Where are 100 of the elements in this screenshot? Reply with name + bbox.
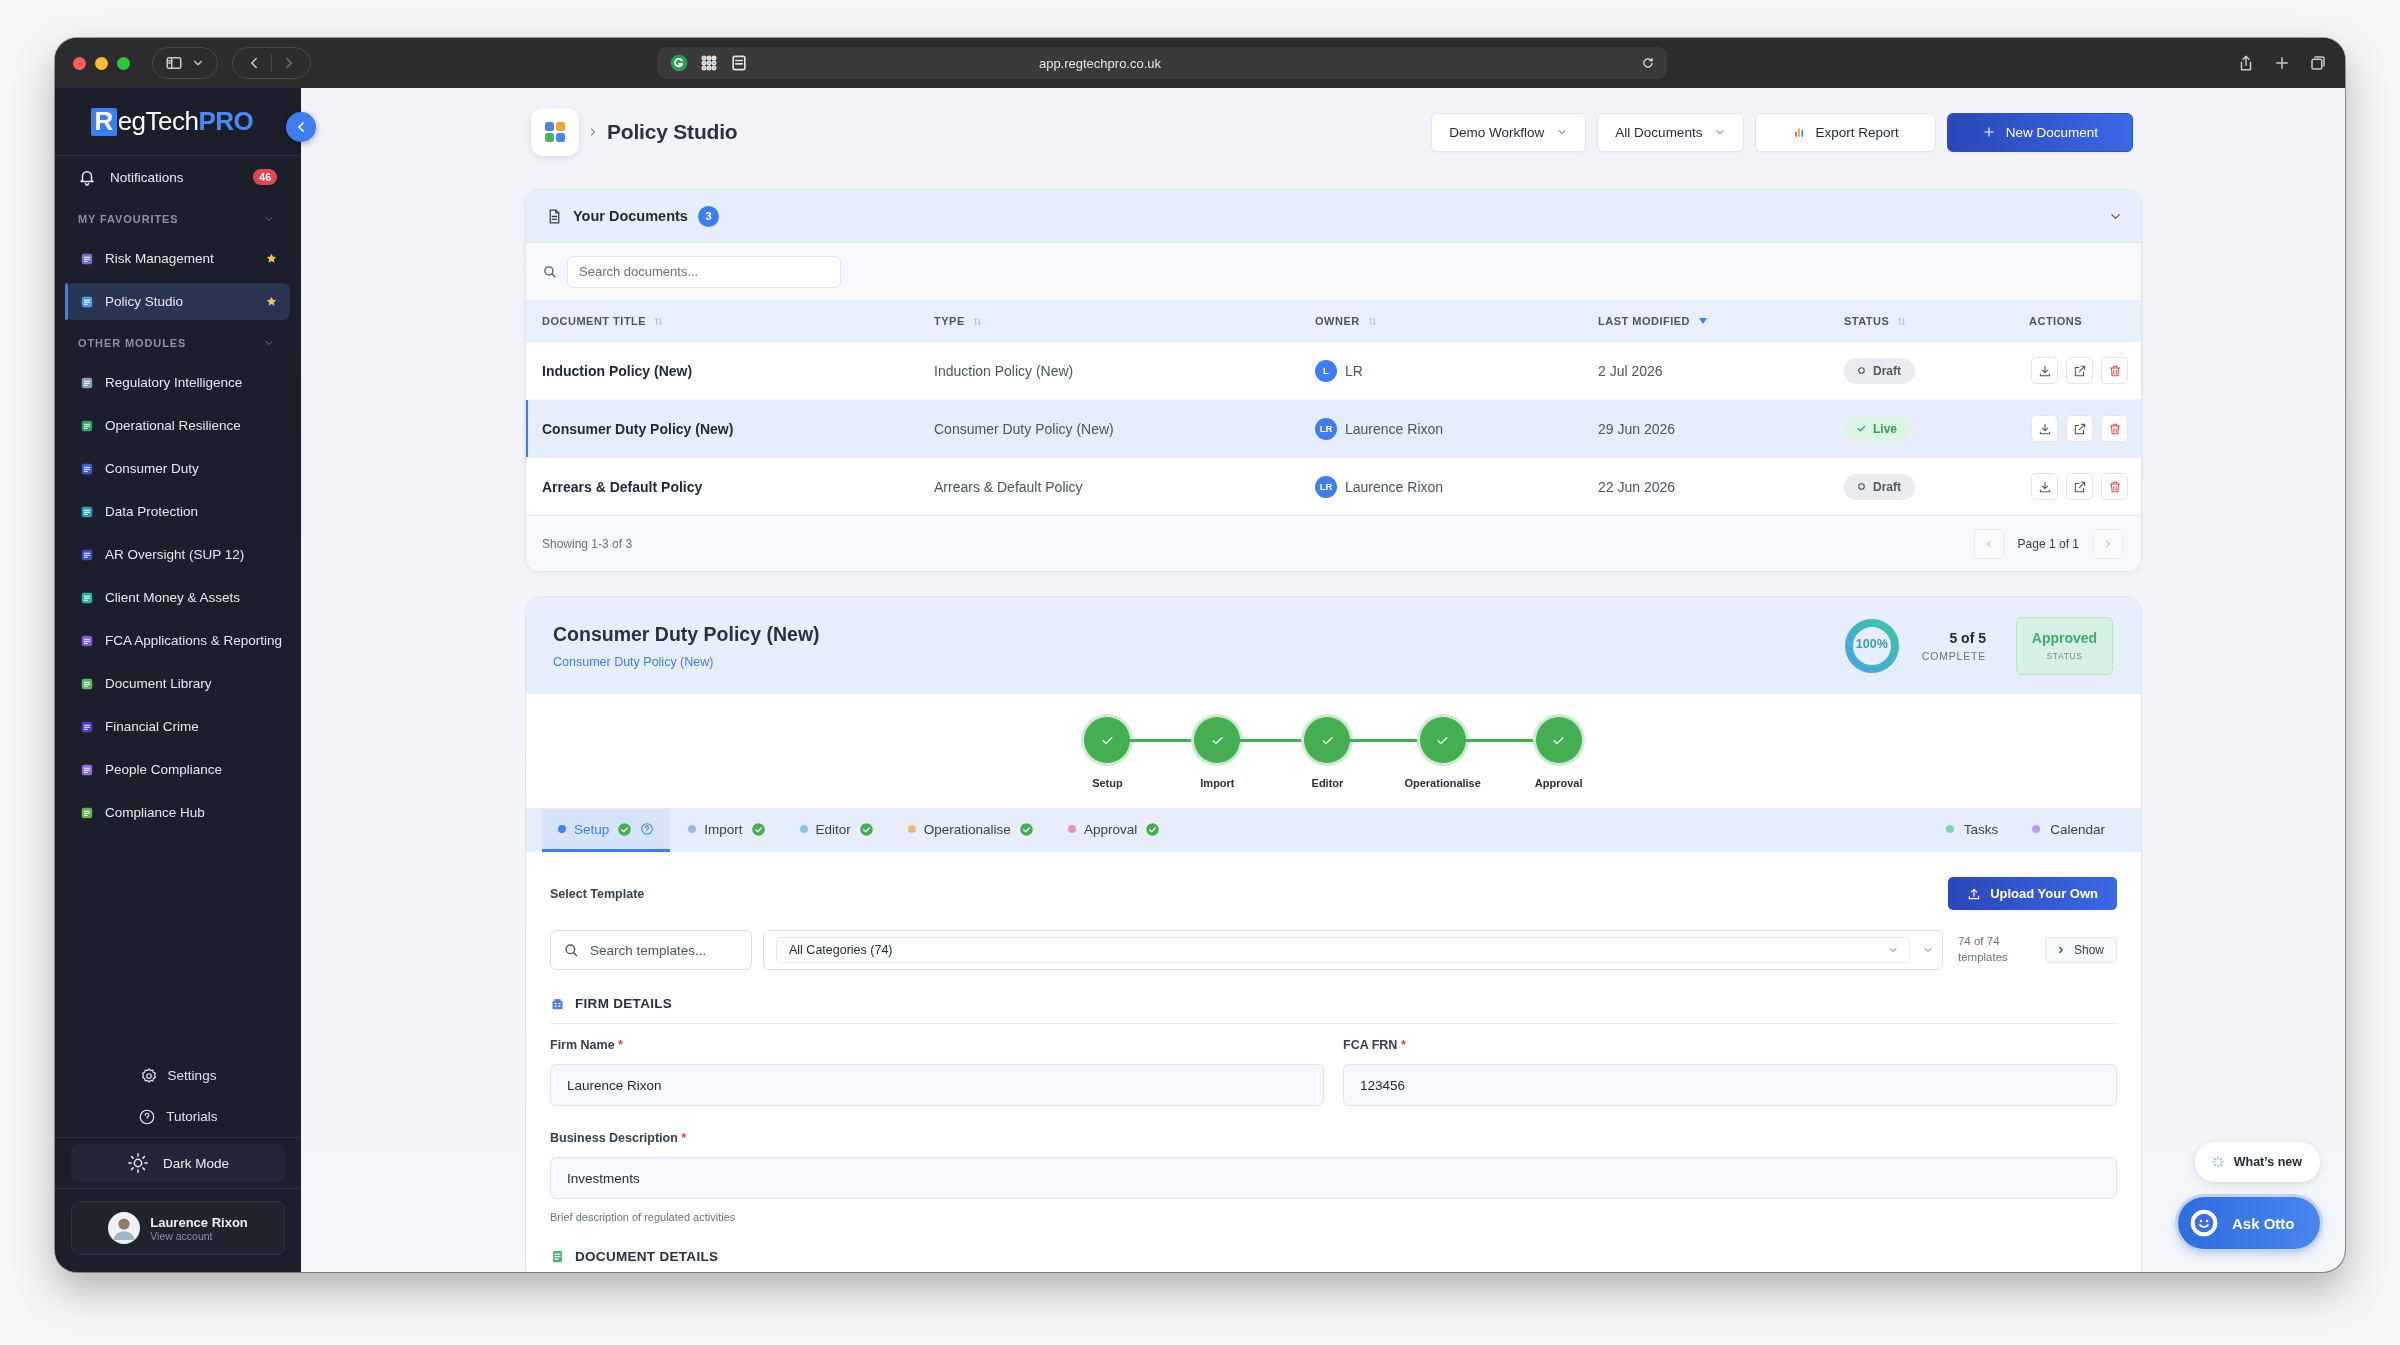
- settings-button[interactable]: Settings: [55, 1055, 301, 1096]
- table-cell-text: Consumer Duty Policy (New): [542, 420, 735, 437]
- open-button[interactable]: [2066, 415, 2093, 442]
- delete-button[interactable]: [2101, 415, 2128, 442]
- tab[interactable]: Import: [672, 809, 782, 852]
- settings-icon: [139, 1066, 158, 1085]
- help-icon: [138, 1107, 157, 1126]
- open-button[interactable]: [2066, 473, 2093, 500]
- tab[interactable]: Calendar: [2020, 809, 2125, 852]
- user-name: Laurence Rixon: [150, 1214, 248, 1230]
- nav-item[interactable]: FCA Applications & Reporting: [66, 622, 290, 659]
- count-badge: 3: [697, 205, 719, 227]
- logo[interactable]: R egTechPRO: [90, 106, 254, 137]
- status-badge: Live: [1844, 415, 1911, 442]
- tabs-icon[interactable]: [2309, 54, 2327, 72]
- dark-mode-button[interactable]: Dark Mode: [71, 1144, 285, 1182]
- star-icon[interactable]: [265, 295, 278, 308]
- step-circle[interactable]: [1194, 717, 1241, 763]
- column-header[interactable]: LAST MODIFIED: [1598, 315, 1844, 327]
- category-select[interactable]: All Categories (74): [776, 937, 1910, 963]
- step-count: 5 of 5: [1948, 629, 1986, 646]
- extension-icon[interactable]: [669, 53, 689, 73]
- nav-item[interactable]: Policy Studio: [66, 283, 290, 320]
- page-icon[interactable]: [729, 53, 749, 73]
- nav-item[interactable]: Operational Resilience: [66, 407, 290, 444]
- nav-item[interactable]: People Compliance: [66, 751, 290, 788]
- status-caption: STATUS: [2046, 651, 2083, 661]
- new-document-button[interactable]: New Document: [1946, 112, 2133, 152]
- nav-item[interactable]: Regulatory Intelligence: [66, 364, 290, 401]
- section-label: Select Template: [550, 886, 645, 901]
- module-icon: [80, 590, 94, 605]
- tab[interactable]: Operationalise: [891, 809, 1050, 852]
- nav-item[interactable]: AR Oversight (SUP 12): [66, 536, 290, 573]
- dropdown-button[interactable]: All Documents: [1597, 112, 1745, 152]
- nav-item[interactable]: Compliance Hub: [66, 794, 290, 831]
- step-circle[interactable]: [1304, 717, 1351, 763]
- input-field[interactable]: 123456: [1343, 1064, 2117, 1106]
- delete-button[interactable]: [2101, 357, 2128, 384]
- step-circle[interactable]: [1084, 717, 1131, 763]
- nav-item[interactable]: Financial Crime: [66, 708, 290, 745]
- input-field[interactable]: Laurence Rixon: [550, 1064, 1324, 1106]
- address-bar[interactable]: app.regtechpro.co.uk: [657, 47, 1667, 79]
- collapse-button[interactable]: [286, 112, 316, 142]
- assistant-icon: [2188, 1207, 2220, 1239]
- sidebar-toggle-icon[interactable]: [165, 54, 183, 72]
- download-button[interactable]: [2031, 473, 2058, 500]
- tab[interactable]: Approval: [1051, 809, 1177, 852]
- field-hint: Brief description of regulated activities: [550, 1211, 737, 1223]
- whats-new-button[interactable]: What’s new: [2194, 1142, 2320, 1182]
- step-label: Setup: [1092, 777, 1123, 789]
- tutorials-button[interactable]: Tutorials: [55, 1096, 301, 1137]
- step-circle[interactable]: [1535, 717, 1582, 763]
- input-field[interactable]: Investments: [550, 1157, 2117, 1199]
- window-zoom-button[interactable]: [117, 56, 130, 70]
- notifications-item[interactable]: Notifications 46: [55, 155, 301, 199]
- table-cell-text: 22 Jun 2026: [1598, 478, 1677, 495]
- card-title: Your Documents: [573, 208, 688, 224]
- tab[interactable]: Tasks: [1933, 809, 2019, 852]
- window-close-button[interactable]: [73, 56, 86, 70]
- step-circle[interactable]: [1419, 717, 1466, 763]
- status-badge: Draft: [1844, 473, 1915, 500]
- plus-icon[interactable]: [2273, 54, 2291, 72]
- avatar-badge: LR: [1315, 475, 1337, 498]
- account-link[interactable]: View account: [150, 1229, 248, 1242]
- nav-item[interactable]: Risk Management: [66, 240, 290, 277]
- reload-icon[interactable]: [1641, 56, 1655, 70]
- star-icon[interactable]: [265, 252, 278, 265]
- download-button[interactable]: [2031, 357, 2058, 384]
- grid-icon: [543, 120, 567, 144]
- column-header[interactable]: OWNER: [1315, 315, 1598, 327]
- nav-item[interactable]: Client Money & Assets: [66, 579, 290, 616]
- nav-item[interactable]: Consumer Duty: [66, 450, 290, 487]
- nav-item[interactable]: Document Library: [66, 665, 290, 702]
- download-button[interactable]: [2031, 415, 2058, 442]
- window-minimize-button[interactable]: [95, 56, 108, 70]
- avatar-badge: L: [1315, 359, 1337, 382]
- nav-item[interactable]: Data Protection: [66, 493, 290, 530]
- table-cell-text: Arrears & Default Policy: [542, 478, 704, 495]
- search-field[interactable]: Search documents...: [567, 255, 841, 288]
- ask-otto-button[interactable]: Ask Otto: [2178, 1197, 2320, 1249]
- module-icon: [80, 547, 94, 562]
- upload-button[interactable]: Upload Your Own: [1948, 877, 2117, 910]
- open-button[interactable]: [2066, 357, 2093, 384]
- show-button[interactable]: Show: [2044, 937, 2117, 963]
- column-header[interactable]: DOCUMENT TITLE: [542, 315, 934, 327]
- column-header[interactable]: STATUS: [1844, 315, 2029, 327]
- tab[interactable]: Editor: [783, 809, 890, 852]
- search-field[interactable]: Search templates...: [550, 930, 752, 970]
- avatar-icon: [108, 1212, 141, 1244]
- delete-button[interactable]: [2101, 473, 2128, 500]
- apps-button[interactable]: [531, 108, 579, 156]
- table-cell-text: Induction Policy (New): [934, 362, 1075, 379]
- trash-icon: [2107, 479, 2122, 494]
- table-row[interactable]: Consumer Duty Policy (New) Consumer Duty Policy (New) LR Laurence Rixon 29 Jun 2026 Live: [526, 399, 2141, 457]
- account-card[interactable]: Laurence Rixon View account: [71, 1201, 285, 1255]
- help-icon[interactable]: [640, 822, 655, 836]
- dropdown-button[interactable]: Demo Workflow: [1431, 112, 1587, 152]
- column-header[interactable]: TYPE: [934, 315, 1315, 327]
- apps-grid-icon[interactable]: [699, 53, 719, 73]
- export-button[interactable]: Export Report: [1755, 112, 1936, 152]
